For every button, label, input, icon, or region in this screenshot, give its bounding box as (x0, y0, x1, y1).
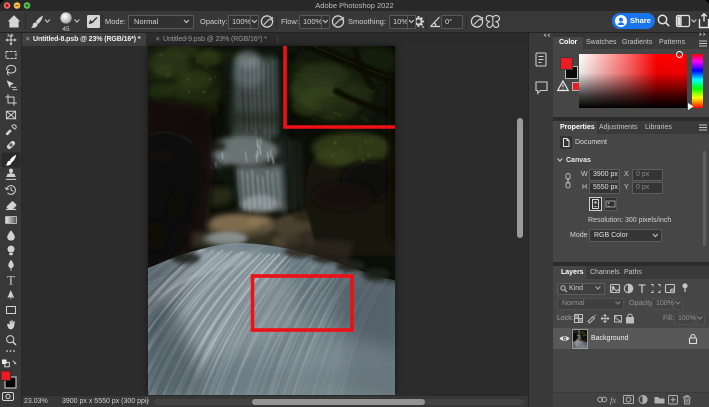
svg-text:T: T (7, 273, 15, 287)
svg-text:fx: fx (610, 395, 616, 405)
svg-text:45: 45 (62, 26, 70, 33)
